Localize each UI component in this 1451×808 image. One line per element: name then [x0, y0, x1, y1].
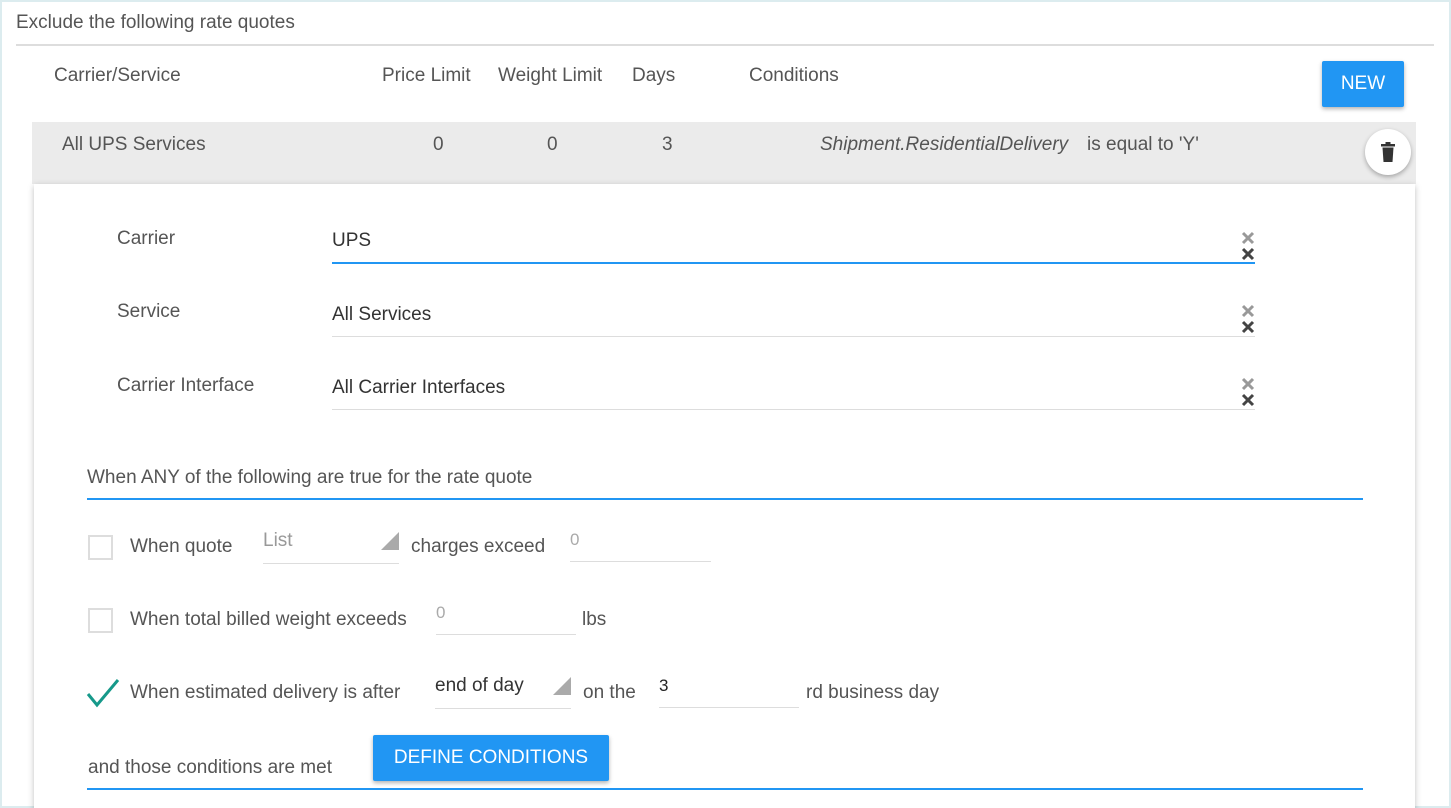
quote-charges-prefix: When quote — [130, 536, 233, 557]
delivery-prefix: When estimated delivery is after — [130, 682, 401, 703]
business-day-value: 3 — [659, 676, 669, 695]
carrier-interface-label: Carrier Interface — [117, 375, 255, 396]
business-day-input[interactable]: 3 — [659, 672, 799, 708]
column-header-price-limit: Price Limit — [382, 65, 471, 86]
delivery-time-select[interactable]: end of day — [435, 671, 571, 709]
charge-amount-input[interactable]: 0 — [570, 526, 711, 562]
edit-panel — [34, 184, 1415, 808]
any-conditions-heading: When ANY of the following are true for t… — [87, 467, 533, 488]
define-conditions-button[interactable]: DEFINE CONDITIONS — [373, 735, 609, 781]
service-clear-icon[interactable] — [1240, 304, 1256, 336]
carrier-interface-underline — [332, 409, 1255, 410]
carrier-label: Carrier — [117, 228, 176, 249]
row-carrier-service: All UPS Services — [62, 134, 206, 155]
weight-placeholder: 0 — [436, 603, 446, 622]
business-day-suffix: rd business day — [806, 682, 940, 703]
column-header-carrier-service: Carrier/Service — [54, 65, 181, 86]
column-header-weight-limit: Weight Limit — [498, 65, 603, 86]
delivery-time-underline — [435, 708, 571, 709]
new-button[interactable]: NEW — [1322, 61, 1404, 107]
business-day-underline — [659, 707, 799, 708]
service-field[interactable]: All Services — [332, 304, 431, 326]
charge-type-value: List — [263, 530, 293, 551]
row-condition-field: Shipment.ResidentialDelivery — [820, 134, 1069, 155]
row-condition-text: is equal to 'Y' — [1087, 134, 1199, 155]
charge-type-select[interactable]: List — [263, 526, 399, 564]
billed-weight-prefix: When total billed weight exceeds — [130, 609, 407, 630]
delivery-time-value: end of day — [435, 675, 524, 696]
charge-type-underline — [263, 563, 399, 564]
trash-icon — [1381, 142, 1395, 162]
carrier-interface-clear-icon[interactable] — [1240, 377, 1256, 409]
section-divider — [16, 44, 1434, 46]
dropdown-arrow-icon — [381, 532, 399, 550]
charge-amount-underline — [570, 561, 711, 562]
delete-button[interactable] — [1365, 129, 1411, 175]
carrier-underline — [332, 262, 1255, 264]
charge-amount-placeholder: 0 — [570, 530, 580, 549]
delivery-checkbox-checked[interactable] — [86, 678, 120, 708]
column-header-conditions: Conditions — [749, 65, 839, 86]
billed-weight-checkbox[interactable] — [88, 608, 113, 633]
quote-charges-checkbox[interactable] — [88, 535, 113, 560]
any-heading-underline — [87, 498, 1363, 500]
carrier-field[interactable]: UPS — [332, 230, 371, 252]
column-header-days: Days — [632, 65, 676, 86]
dropdown-arrow-icon — [553, 677, 571, 695]
carrier-interface-field[interactable]: All Carrier Interfaces — [332, 377, 505, 399]
row-weight-limit: 0 — [547, 134, 558, 155]
service-label: Service — [117, 301, 181, 322]
charges-exceed-label: charges exceed — [411, 536, 546, 557]
row-days: 3 — [662, 134, 673, 155]
conditions-met-label: and those conditions are met — [88, 757, 332, 778]
carrier-clear-icon[interactable] — [1240, 231, 1256, 263]
row-price-limit: 0 — [433, 134, 444, 155]
weight-underline — [436, 634, 576, 635]
on-the-label: on the — [583, 682, 636, 703]
table-row[interactable] — [32, 122, 1416, 184]
service-underline — [332, 336, 1255, 337]
section-title: Exclude the following rate quotes — [16, 12, 295, 33]
conditions-underline — [87, 788, 1363, 790]
weight-input[interactable]: 0 — [436, 599, 576, 635]
lbs-label: lbs — [582, 609, 607, 630]
